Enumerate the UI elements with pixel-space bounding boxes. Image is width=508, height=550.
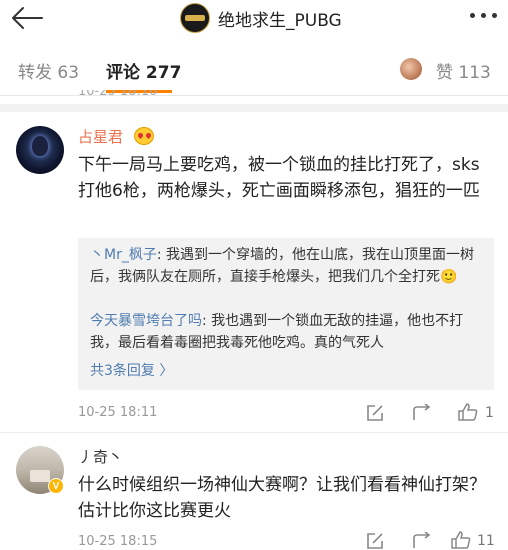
tab-repost-label: 转发 <box>18 63 52 83</box>
repost-icon[interactable] <box>412 532 432 550</box>
reply-icon[interactable] <box>365 532 385 550</box>
tab-comments-count: 277 <box>145 63 182 83</box>
comment-time: 10-25 18:15 <box>78 534 158 549</box>
tab-bar: 转发 63 评论 277 赞 113 <box>0 38 508 96</box>
tab-likes-count: 113 <box>458 63 491 83</box>
reply-item[interactable]: 今天暴雪垮台了吗: 我也遇到一个锁血无敌的挂逼，他也不打我，最后看着毒圈把我毒死… <box>90 310 484 354</box>
heart-eyes-icon <box>134 127 154 145</box>
account-logo[interactable] <box>180 3 210 33</box>
reply-colon: : <box>156 247 167 263</box>
reply-colon: : <box>202 313 212 329</box>
arrow-left-icon[interactable] <box>10 6 44 30</box>
reply-item[interactable]: 丶Mr_枫子: 我遇到一个穿墙的，他在山底，我在山顶里面一树后，我俩队友在厕所，… <box>90 244 484 288</box>
avatar[interactable] <box>16 126 64 174</box>
comment-username[interactable]: 丿奇丶 <box>78 446 123 467</box>
replies-box[interactable]: 丶Mr_枫子: 我遇到一个穿墙的，他在山底，我在山顶里面一树后，我俩队友在厕所，… <box>78 238 494 390</box>
top-bar: 绝地求生_PUBG <box>0 0 508 38</box>
tab-repost[interactable]: 转发 63 <box>18 58 79 83</box>
like-count: 1 <box>485 405 494 421</box>
reply-icon[interactable] <box>365 404 385 422</box>
thumbs-up-icon[interactable] <box>458 403 478 421</box>
thumbs-up-icon[interactable] <box>451 531 471 549</box>
comment-time: 10-25 18:11 <box>78 405 158 420</box>
comment-username[interactable]: 占星君 <box>78 126 123 147</box>
more-replies-link[interactable]: 共3条回复 〉 <box>90 360 173 380</box>
tab-likes-label: 赞 <box>436 63 453 83</box>
comment-text: 下午一局马上要吃鸡，被一个锁血的挂比打死了，sks打他6枪，两枪爆头，死亡画面瞬… <box>78 155 480 201</box>
tab-likes[interactable]: 赞 113 <box>436 58 491 83</box>
reply-username[interactable]: 今天暴雪垮台了吗 <box>90 313 202 329</box>
like-count: 11 <box>477 533 495 549</box>
tab-repost-count: 63 <box>57 63 80 83</box>
liker-avatar <box>400 58 422 80</box>
account-name[interactable]: 绝地求生_PUBG <box>218 6 342 31</box>
section-divider <box>0 104 508 112</box>
tab-comments-label: 评论 <box>106 63 140 83</box>
verified-badge-icon: V <box>48 478 64 494</box>
reply-username[interactable]: 丶Mr_枫子 <box>90 247 157 263</box>
more-dots-icon[interactable] <box>470 13 498 21</box>
repost-icon[interactable] <box>412 404 432 422</box>
comment-text: 什么时候组织一场神仙大赛啊？让我们看看神仙打架？估计比你这比赛更火 <box>78 475 486 521</box>
tab-comments[interactable]: 评论 277 <box>106 58 181 83</box>
comment-separator <box>0 432 508 433</box>
